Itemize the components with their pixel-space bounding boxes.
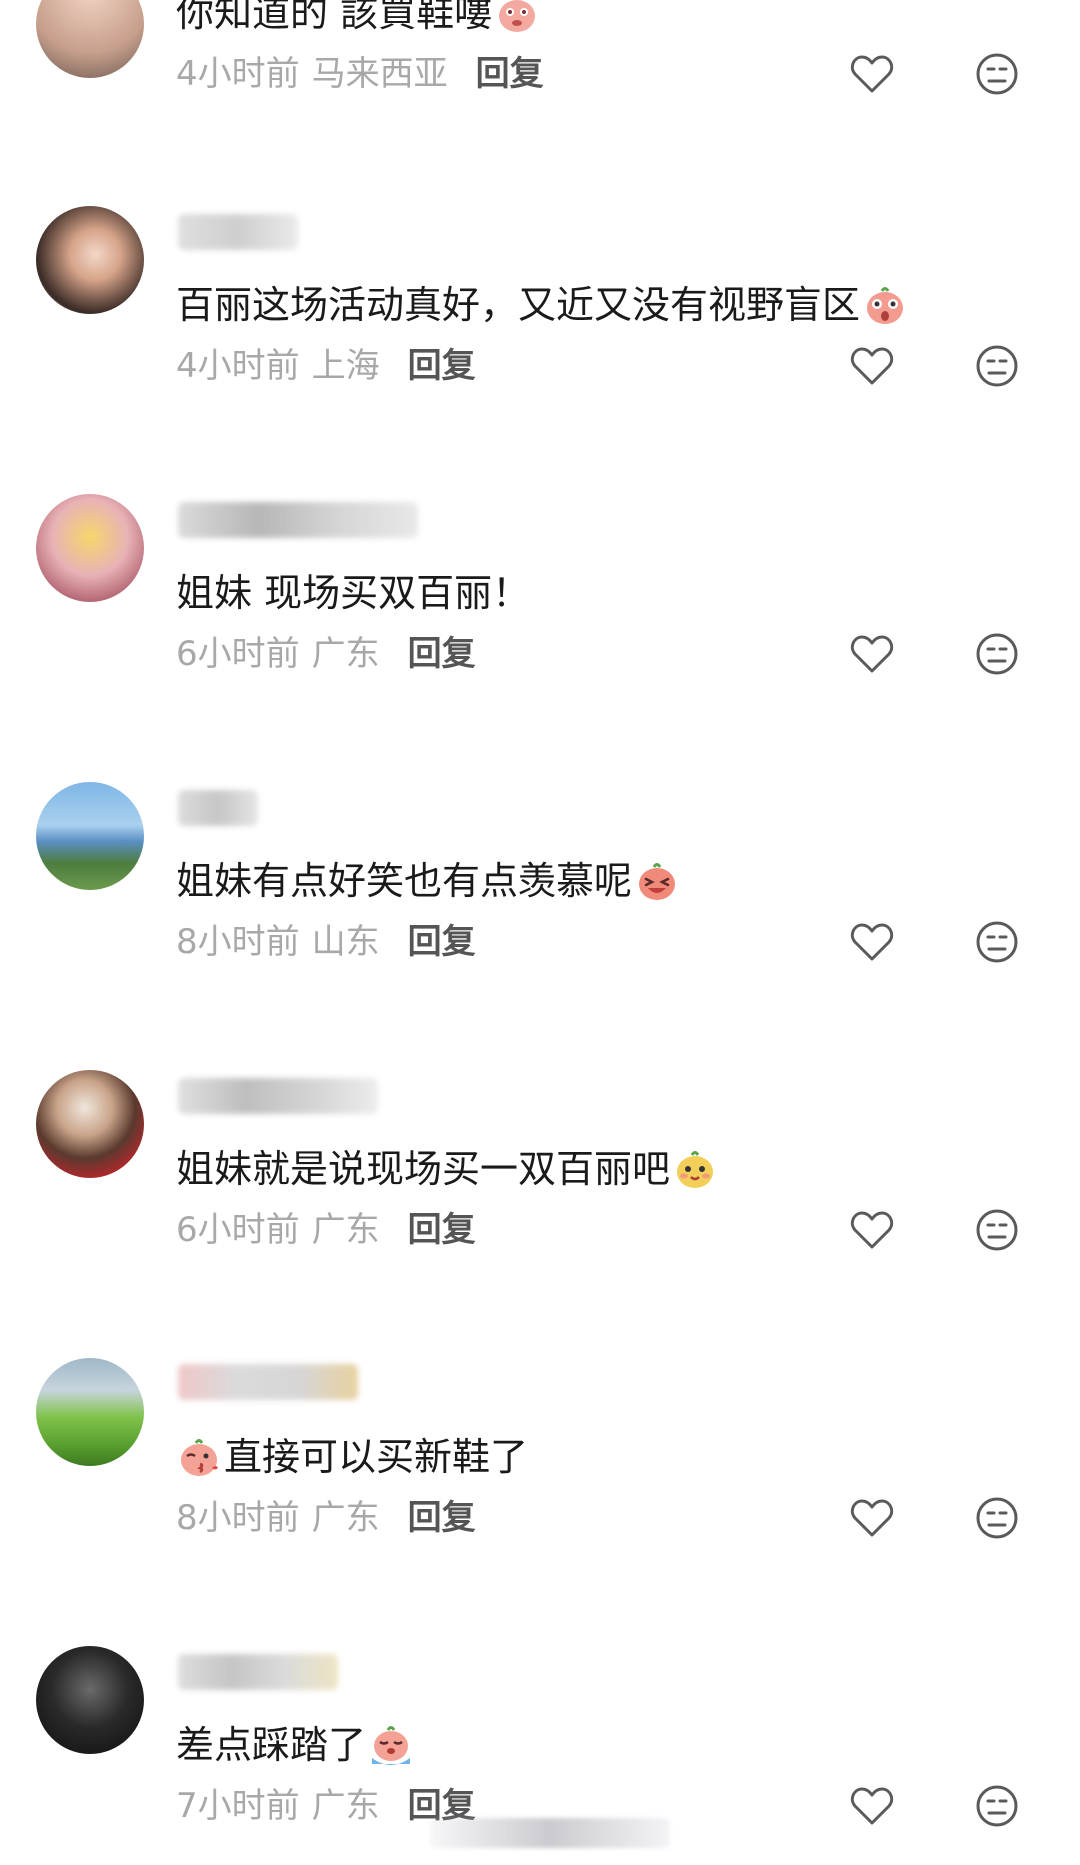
comment-text-label: 直接可以买新鞋了 [224,1435,529,1479]
neutral-face-icon[interactable] [975,344,1019,388]
neutral-face-icon[interactable] [975,920,1019,964]
comment-time: 8小时前 [176,922,300,962]
neutral-face-icon[interactable] [975,1496,1019,1540]
username-blurred[interactable] [178,1078,378,1114]
comment-meta: 8小时前 山东 回复 [176,920,476,964]
heart-outline-icon[interactable] [850,54,894,94]
comment-time: 4小时前 [176,346,300,386]
reply-button[interactable]: 回复 [408,1498,476,1538]
heart-outline-icon[interactable] [850,346,894,386]
username-blurred[interactable] [178,1364,358,1400]
pink-blush-emoji [499,0,536,32]
user-avatar[interactable] [36,0,144,78]
reply-button[interactable]: 回复 [408,346,476,386]
comment-meta: 8小时前 广东 回复 [176,1496,476,1540]
comment-item: 姐妹就是说现场买一双百丽吧 6小时前 广东 回复 [0,1064,1080,1352]
crying-emoji [372,1726,411,1765]
comment-item: 姐妹 现场买双百丽！ 6小时前 广东 回复 [0,488,1080,776]
comment-location: 广东 [311,634,380,674]
comment-meta: 6小时前 广东 回复 [176,1208,476,1252]
comment-item: 直接可以买新鞋了 8小时前 广东 回复 [0,1352,1080,1640]
comment-meta: 4小时前 上海 回复 [176,344,476,388]
pink-shocked-emoji [867,287,904,324]
comment-item: 百丽这场活动真好，又近又没有视野盲区 4小时前 上海 回复 [0,200,1080,488]
comment-location: 山东 [311,922,380,962]
comment-text: 姐妹就是说现场买一双百丽吧 [176,1144,718,1194]
username-blurred[interactable] [178,790,258,826]
neutral-face-icon[interactable] [975,52,1019,96]
comment-time: 6小时前 [176,634,300,674]
kiss-emoji [181,1439,218,1476]
user-avatar[interactable] [36,206,144,314]
comment-time: 4小时前 [176,54,300,94]
reply-button[interactable]: 回复 [476,54,544,94]
comment-text: 你知道的 該買鞋嘍 [176,0,540,38]
reply-button[interactable]: 回复 [408,1210,476,1250]
comment-list: 你知道的 該買鞋嘍 4小时前 马来西亚 回复 百丽这场活动真好，又近又没有视野盲… [0,0,1080,1865]
comment-text: 百丽这场活动真好，又近又没有视野盲区 [176,280,908,330]
comment-text-label: 百丽这场活动真好，又近又没有视野盲区 [176,283,861,327]
comment-location: 马来西亚 [311,54,448,94]
comment-text-label: 你知道的 該買鞋嘍 [176,0,493,35]
neutral-face-icon[interactable] [975,632,1019,676]
heart-outline-icon[interactable] [850,1786,894,1826]
comment-meta: 6小时前 广东 回复 [176,632,476,676]
heart-outline-icon[interactable] [850,1210,894,1250]
comment-text-label: 姐妹就是说现场买一双百丽吧 [176,1147,671,1191]
watermark-blurred [430,1818,670,1848]
reply-button[interactable]: 回复 [408,634,476,674]
heart-outline-icon[interactable] [850,922,894,962]
comment-location: 广东 [311,1210,380,1250]
yellow-cute-emoji [677,1151,714,1188]
comment-meta: 4小时前 马来西亚 回复 [176,52,544,96]
comment-time: 7小时前 [176,1786,300,1826]
heart-outline-icon[interactable] [850,634,894,674]
user-avatar[interactable] [36,782,144,890]
comment-time: 8小时前 [176,1498,300,1538]
comment-text-label: 差点踩踏了 [176,1723,367,1767]
neutral-face-icon[interactable] [975,1208,1019,1252]
reply-button[interactable]: 回复 [408,922,476,962]
heart-outline-icon[interactable] [850,1498,894,1538]
username-blurred[interactable] [178,1654,338,1690]
comment-location: 广东 [311,1786,380,1826]
comment-location: 广东 [311,1498,380,1538]
user-avatar[interactable] [36,1070,144,1178]
user-avatar[interactable] [36,1646,144,1754]
comment-text: 差点踩踏了 [176,1720,414,1770]
comment-item: 你知道的 該買鞋嘍 4小时前 马来西亚 回复 [0,0,1080,95]
comment-text: 姐妹有点好笑也有点羡慕呢 [176,856,680,906]
laughing-emoji [639,863,676,900]
username-blurred[interactable] [178,214,298,250]
comment-text-label: 姐妹 现场买双百丽！ [176,571,531,615]
comment-location: 上海 [311,346,380,386]
comment-text: 直接可以买新鞋了 [176,1432,528,1482]
neutral-face-icon[interactable] [975,1784,1019,1828]
username-blurred[interactable] [178,502,418,538]
comment-item: 姐妹有点好笑也有点羡慕呢 8小时前 山东 回复 [0,776,1080,1064]
user-avatar[interactable] [36,494,144,602]
comment-text: 姐妹 现场买双百丽！ [176,568,530,618]
comment-text-label: 姐妹有点好笑也有点羡慕呢 [176,859,633,903]
user-avatar[interactable] [36,1358,144,1466]
comment-time: 6小时前 [176,1210,300,1250]
